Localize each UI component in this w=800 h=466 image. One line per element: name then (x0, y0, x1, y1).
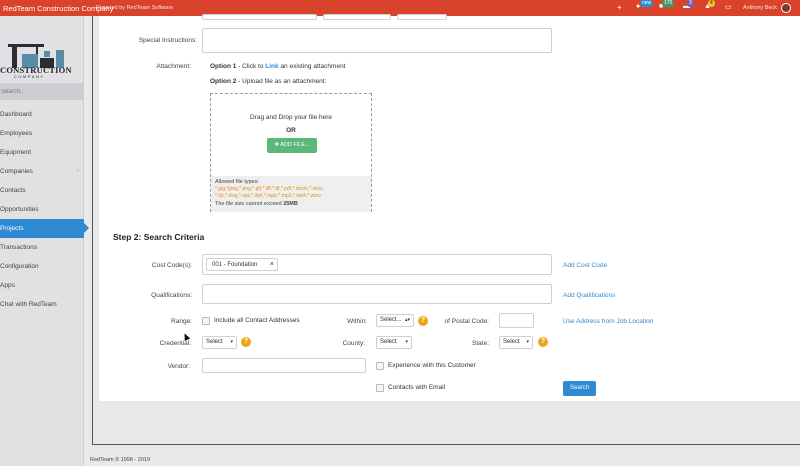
cost-codes-label: Cost Code(s): (151, 262, 192, 269)
search-button[interactable]: Search (563, 381, 596, 396)
close-icon[interactable]: × (270, 259, 274, 271)
vendor-label: Vendor: (167, 363, 190, 370)
vendor-input[interactable] (202, 358, 366, 373)
search-criteria-title: Step 2: Search Criteria (113, 232, 205, 242)
help-icon[interactable]: ? (418, 316, 428, 326)
add-cost-code-link[interactable]: Add Cost Code (563, 262, 607, 269)
size-limit-prefix: The file size cannot exceed (215, 201, 284, 207)
allowed-types-line2: *.txt,*.dwg,*.xps,*.dwf,*.mpp,*.mp3,*.mp… (215, 193, 321, 199)
special-instructions-label: Special Instructions: (138, 37, 197, 44)
option1-suffix: an existing attachment (278, 63, 346, 70)
include-contacts-checkbox[interactable] (202, 317, 210, 325)
plus-icon[interactable]: + (617, 3, 622, 12)
credential-label: Credential: (159, 340, 191, 347)
help-icon[interactable]: ? (241, 337, 251, 347)
chevron-down-icon: ▾ (230, 339, 233, 345)
add-qualifications-link[interactable]: Add Qualifications (563, 292, 615, 299)
sidebar-item-employees[interactable]: Employees (0, 124, 84, 143)
qualifications-field[interactable] (202, 284, 552, 304)
file-drop-zone[interactable]: Drag and Drop your file here OR ✚ ADD FI… (210, 93, 372, 212)
sidebar-item-label: Companies (0, 168, 33, 175)
range-label: Range: (171, 318, 192, 325)
chevron-down-icon: ▾ (526, 339, 529, 345)
link-attachment-link[interactable]: Link (265, 63, 278, 70)
count-badge-green: 170 (662, 0, 675, 7)
sidebar-search-input[interactable] (0, 83, 84, 100)
count-badge-yellow: 4 (708, 0, 715, 7)
option2-text: Option 2 - Upload file as an attachment: (210, 78, 326, 85)
or-text: OR (286, 127, 296, 134)
sidebar-item-dashboard[interactable]: Dashboard (0, 105, 84, 124)
avatar[interactable] (781, 3, 791, 13)
within-label: Within: (347, 318, 367, 325)
credential-value: Select (206, 339, 223, 345)
cost-code-tag: 001 - Foundation × (206, 258, 278, 271)
form-card: Special Instructions: Attachment: Option… (99, 14, 800, 401)
allowed-types-line1: *.jpg,*jpeg,*.png,*.gif,*.tiff,*.tif,*.p… (215, 186, 324, 192)
state-label: State: (472, 340, 489, 347)
county-label: County: (342, 340, 365, 347)
within-value: Select... (380, 317, 402, 323)
option2-middle: - Upload file as an attachment: (236, 78, 327, 85)
cost-code-tag-label: 001 - Foundation (212, 262, 258, 268)
size-limit-value: 25MB (283, 201, 298, 207)
include-contacts-label: Include all Contact Addresses (214, 317, 300, 324)
drop-text: Drag and Drop your file here (249, 114, 332, 121)
experience-checkbox[interactable] (376, 362, 384, 370)
size-limit-text: The file size cannot exceed 25MB (215, 201, 298, 207)
option1-middle: - Click to (236, 63, 266, 70)
postal-code-label: of Postal Code: (444, 318, 489, 325)
sidebar-item-projects[interactable]: Projects (0, 219, 89, 238)
chevron-right-icon: › (77, 168, 79, 174)
county-select[interactable]: Select ▾ (376, 336, 412, 349)
sidebar: CONSTRUCTION COMPANY Dashboard Employees… (0, 16, 89, 466)
county-value: Select (380, 339, 397, 345)
use-address-link[interactable]: Use Address from Job Location (563, 318, 653, 325)
attachment-label: Attachment: (156, 63, 191, 70)
add-file-button[interactable]: ✚ ADD FILE... (267, 138, 317, 153)
sidebar-item-configuration[interactable]: Configuration (0, 257, 84, 276)
qualifications-label: Qualifications: (151, 292, 192, 299)
contacts-email-label: Contacts with Email (388, 384, 446, 391)
main-panel: Special Instructions: Attachment: Option… (92, 14, 800, 445)
help-icon[interactable]: ? (538, 337, 548, 347)
add-file-label: ADD FILE... (280, 142, 310, 148)
footer-copyright: RedTeam © 1998 - 2019 (90, 457, 151, 463)
powered-by: Powered by RedTeam Software (96, 5, 174, 11)
within-select[interactable]: Select... ▴▾ (376, 314, 414, 327)
state-select[interactable]: Select ▾ (499, 336, 533, 349)
sidebar-item-opportunities[interactable]: Opportunities (0, 200, 84, 219)
sidebar-item-companies[interactable]: Companies › (0, 162, 84, 181)
sidebar-nav: Dashboard Employees Equipment Companies ›… (0, 105, 89, 314)
top-field-1[interactable] (202, 14, 317, 20)
chevron-down-icon: ▾ (405, 339, 408, 345)
cost-codes-field[interactable]: 001 - Foundation × (202, 254, 552, 275)
state-value: Select (503, 339, 520, 345)
sidebar-item-contacts[interactable]: Contacts (0, 181, 84, 200)
chevron-down-icon: ▴▾ (404, 317, 410, 323)
logo-subtitle: COMPANY (14, 74, 45, 79)
sidebar-item-apps[interactable]: Apps (0, 276, 84, 295)
option1-prefix: Option 1 (210, 63, 237, 70)
option1-text: Option 1 - Click to Link an existing att… (210, 63, 346, 70)
count-badge-purple: 3 (687, 0, 694, 7)
special-instructions-textarea[interactable] (202, 28, 552, 53)
credential-select[interactable]: Select ▾ (202, 336, 237, 349)
allowed-types-panel: Allowed file types: *.jpg,*jpeg,*.png,*.… (211, 176, 371, 212)
option2-prefix: Option 2 (210, 78, 237, 85)
top-field-3[interactable] (397, 14, 447, 20)
sidebar-item-chat[interactable]: Chat with RedTeam (0, 295, 84, 314)
contacts-email-checkbox[interactable] (376, 384, 384, 392)
allowed-types-label: Allowed file types: (215, 179, 260, 185)
experience-label: Experience with this Customer (388, 362, 476, 369)
sidebar-item-equipment[interactable]: Equipment (0, 143, 84, 162)
sidebar-item-transactions[interactable]: Transactions (0, 238, 84, 257)
postal-code-input[interactable] (499, 313, 534, 328)
user-name[interactable]: Anthony Beck (743, 5, 777, 11)
new-badge: new (640, 0, 654, 7)
flag-country-icon[interactable]: ▭ (725, 3, 732, 11)
top-field-2[interactable] (323, 14, 391, 20)
